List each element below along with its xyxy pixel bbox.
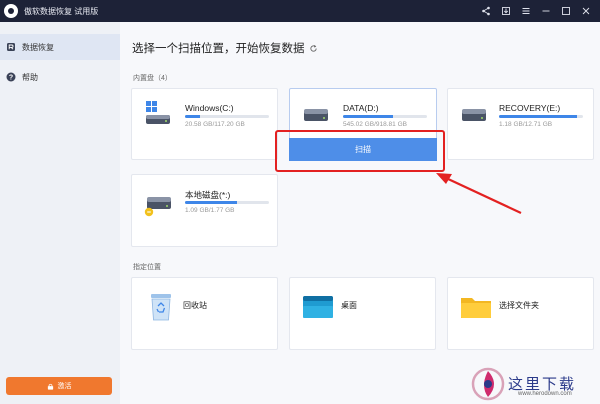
folder-icon bbox=[461, 298, 491, 318]
svg-text:?: ? bbox=[9, 75, 13, 82]
help-icon: ? bbox=[6, 72, 16, 82]
maximize-icon[interactable] bbox=[556, 0, 576, 22]
drive-usage-bar bbox=[185, 201, 269, 204]
drive-usage-bar bbox=[499, 115, 583, 118]
drive-size: 20.58 GB/117.20 GB bbox=[185, 121, 245, 128]
location-label: 选择文件夹 bbox=[499, 301, 539, 310]
hard-drive-icon bbox=[462, 109, 486, 121]
drive-usage-fill bbox=[185, 115, 201, 118]
drive-usage-fill bbox=[185, 201, 238, 204]
activate-label: 激活 bbox=[57, 383, 72, 390]
drive-card-c[interactable]: Windows(C:) 20.58 GB/117.20 GB bbox=[131, 88, 278, 160]
sidebar-item-help[interactable]: ? 帮助 bbox=[0, 64, 120, 90]
watermark-url: www.herodown.com bbox=[518, 391, 572, 397]
location-card-desktop[interactable]: 桌面 bbox=[289, 277, 436, 350]
location-label: 桌面 bbox=[341, 301, 357, 310]
location-card-folder[interactable]: 选择文件夹 bbox=[447, 277, 594, 350]
menu-icon[interactable] bbox=[516, 0, 536, 22]
drive-name: 本地磁盘(*:) bbox=[185, 190, 231, 200]
watermark: 这里下载 bbox=[470, 364, 600, 404]
lock-icon bbox=[47, 383, 53, 390]
title-bar: 傲软数据恢复 试用版 bbox=[0, 0, 600, 22]
app-logo-icon bbox=[4, 4, 18, 18]
export-icon[interactable] bbox=[496, 0, 516, 22]
refresh-icon[interactable] bbox=[309, 44, 318, 53]
desktop-icon bbox=[303, 296, 333, 318]
location-label: 回收站 bbox=[183, 301, 207, 310]
drive-card-local[interactable]: 本地磁盘(*:) 1.09 GB/1.77 GB bbox=[131, 174, 278, 247]
drive-size: 1.18 GB/12.71 GB bbox=[499, 121, 553, 128]
drive-name: Windows(C:) bbox=[185, 103, 234, 113]
page-title: 选择一个扫描位置，开始恢复数据 bbox=[132, 40, 318, 56]
drive-size: 545.02 GB/918.81 GB bbox=[343, 121, 407, 128]
data-recovery-icon bbox=[6, 42, 16, 52]
sidebar-item-label: 数据恢复 bbox=[22, 42, 54, 52]
minimize-icon[interactable] bbox=[536, 0, 556, 22]
hard-drive-warning-icon bbox=[144, 197, 171, 217]
internal-disk-section-label: 内置盘（4） bbox=[133, 75, 172, 82]
drive-usage-bar bbox=[185, 115, 269, 118]
drive-size: 1.09 GB/1.77 GB bbox=[185, 207, 235, 214]
watermark-text: 这里下载 bbox=[508, 374, 577, 393]
sidebar-item-data-recovery[interactable]: 数据恢复 bbox=[0, 34, 120, 60]
annotation-highlight-box bbox=[275, 130, 445, 172]
drive-name: DATA(D:) bbox=[343, 103, 379, 113]
drive-usage-fill bbox=[499, 115, 578, 118]
sidebar-item-label: 帮助 bbox=[22, 72, 38, 82]
hard-drive-icon bbox=[304, 109, 328, 121]
windows-drive-icon bbox=[146, 101, 170, 124]
drive-usage-bar bbox=[343, 115, 427, 118]
share-icon[interactable] bbox=[476, 0, 496, 22]
window-title: 傲软数据恢复 试用版 bbox=[24, 6, 99, 16]
activate-button[interactable]: 激活 bbox=[6, 377, 112, 395]
close-icon[interactable] bbox=[576, 0, 596, 22]
page-title-text: 选择一个扫描位置，开始恢复数据 bbox=[132, 43, 305, 55]
location-section-label: 指定位置 bbox=[133, 264, 161, 271]
drive-usage-fill bbox=[343, 115, 393, 118]
drive-name: RECOVERY(E:) bbox=[499, 103, 561, 113]
location-card-recycle-bin[interactable]: 回收站 bbox=[131, 277, 278, 350]
window-controls bbox=[476, 0, 596, 22]
recycle-bin-icon bbox=[151, 294, 171, 321]
sidebar: 数据恢复 ? 帮助 激活 bbox=[0, 22, 120, 404]
drive-card-e[interactable]: RECOVERY(E:) 1.18 GB/12.71 GB bbox=[447, 88, 594, 160]
watermark-logo bbox=[471, 367, 505, 401]
